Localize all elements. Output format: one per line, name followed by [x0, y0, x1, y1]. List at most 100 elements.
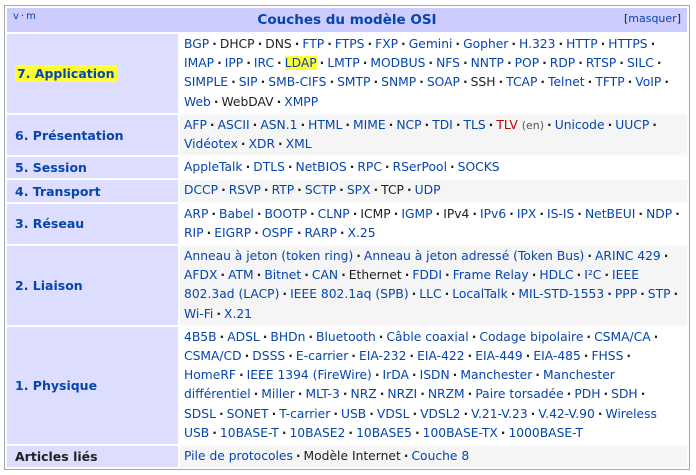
- protocol-link[interactable]: OSPF: [262, 226, 294, 240]
- protocol-link[interactable]: UUCP: [615, 118, 649, 132]
- protocol-link[interactable]: DTLS: [253, 160, 285, 174]
- protocol-link[interactable]: XML: [286, 137, 312, 151]
- protocol-link[interactable]: Web: [184, 95, 211, 109]
- protocol-link[interactable]: XMPP: [284, 95, 318, 109]
- protocol-link[interactable]: V.21-V.23: [471, 407, 527, 421]
- protocol-link[interactable]: DCCP: [184, 183, 218, 197]
- protocol-link[interactable]: FTPS: [335, 37, 365, 51]
- protocol-link[interactable]: IPX: [517, 207, 536, 221]
- protocol-link[interactable]: SCTP: [305, 183, 336, 197]
- protocol-link[interactable]: FXP: [375, 37, 398, 51]
- protocol-link[interactable]: Babel: [219, 207, 254, 221]
- protocol-link[interactable]: IMAP: [184, 56, 214, 70]
- protocol-link[interactable]: Bluetooth: [316, 330, 376, 344]
- protocol-link[interactable]: H.323: [519, 37, 555, 51]
- layer-group-label[interactable]: 3. Réseau: [15, 216, 84, 231]
- protocol-link[interactable]: DSSS: [252, 349, 285, 363]
- protocol-link[interactable]: IPP: [225, 56, 243, 70]
- protocol-link[interactable]: V.42-V.90: [538, 407, 594, 421]
- protocol-link[interactable]: NRZ: [351, 387, 377, 401]
- protocol-link[interactable]: ATM: [228, 268, 254, 282]
- protocol-link[interactable]: IPv6: [480, 207, 506, 221]
- protocol-link[interactable]: IGMP: [401, 207, 432, 221]
- protocol-link[interactable]: SPX: [347, 183, 371, 197]
- protocol-link[interactable]: SOAP: [427, 75, 460, 89]
- protocol-link[interactable]: IEEE 1394 (FireWire): [247, 368, 372, 382]
- protocol-link[interactable]: UDP: [415, 183, 441, 197]
- protocol-link[interactable]: SNMP: [381, 75, 416, 89]
- protocol-link[interactable]: VoIP: [635, 75, 661, 89]
- protocol-link[interactable]: HDLC: [539, 268, 573, 282]
- english-wiki-link[interactable]: (en): [522, 119, 544, 132]
- navbox-title[interactable]: Couches du modèle OSI: [257, 12, 436, 28]
- modify-template-link[interactable]: m: [26, 11, 36, 22]
- protocol-link[interactable]: VDSL: [377, 407, 410, 421]
- protocol-link[interactable]: PDH: [574, 387, 600, 401]
- protocol-link[interactable]: AppleTalk: [184, 160, 243, 174]
- protocol-link[interactable]: IrDA: [383, 368, 409, 382]
- protocol-link[interactable]: CSMA/CD: [184, 349, 242, 363]
- protocol-link[interactable]: X.21: [224, 307, 252, 321]
- protocol-link[interactable]: RSVP: [229, 183, 261, 197]
- protocol-link[interactable]: RIP: [184, 226, 204, 240]
- protocol-link[interactable]: NDP: [646, 207, 672, 221]
- protocol-link[interactable]: TFTP: [595, 75, 624, 89]
- protocol-link[interactable]: 10BASE5: [356, 426, 412, 440]
- protocol-link[interactable]: STP: [648, 287, 671, 301]
- protocol-link[interactable]: HTTPS: [608, 37, 647, 51]
- protocol-link[interactable]: POP: [515, 56, 540, 70]
- protocol-link[interactable]: Gopher: [463, 37, 508, 51]
- protocol-link[interactable]: ARINC 429: [595, 249, 661, 263]
- protocol-link[interactable]: EIA-485: [533, 349, 580, 363]
- layer-group-label[interactable]: 4. Transport: [15, 184, 101, 199]
- protocol-link[interactable]: SMB-CIFS: [268, 75, 326, 89]
- protocol-link[interactable]: Vidéotex: [184, 137, 238, 151]
- protocol-link[interactable]: SILC: [627, 56, 654, 70]
- protocol-link[interactable]: LLC: [419, 287, 441, 301]
- protocol-link[interactable]: Manchester: [460, 368, 532, 382]
- protocol-link[interactable]: RARP: [304, 226, 336, 240]
- protocol-link[interactable]: HomeRF: [184, 368, 236, 382]
- protocol-link[interactable]: E-carrier: [296, 349, 348, 363]
- protocol-link[interactable]: Codage bipolaire: [479, 330, 583, 344]
- layer-group-label[interactable]: 1. Physique: [15, 378, 97, 393]
- protocol-link[interactable]: NetBEUI: [585, 207, 635, 221]
- protocol-link[interactable]: EIA-422: [417, 349, 464, 363]
- protocol-link[interactable]: TLV: [496, 118, 517, 132]
- protocol-link[interactable]: Frame Relay: [453, 268, 529, 282]
- protocol-link[interactable]: Câble coaxial: [386, 330, 468, 344]
- hide-toggle[interactable]: [masquer]: [624, 12, 681, 25]
- protocol-link[interactable]: EIA-449: [475, 349, 522, 363]
- protocol-link[interactable]: Telnet: [548, 75, 585, 89]
- protocol-link[interactable]: FDDI: [412, 268, 442, 282]
- protocol-link[interactable]: SIP: [239, 75, 258, 89]
- protocol-link[interactable]: 1000BASE-T: [508, 426, 583, 440]
- protocol-link[interactable]: IRC: [254, 56, 274, 70]
- protocol-link[interactable]: ASCII: [218, 118, 250, 132]
- protocol-link[interactable]: EIA-232: [359, 349, 406, 363]
- hide-link[interactable]: masquer: [628, 12, 676, 25]
- protocol-link[interactable]: MIME: [353, 118, 386, 132]
- protocol-link[interactable]: SDSL: [184, 407, 216, 421]
- protocol-link[interactable]: ISDN: [420, 368, 450, 382]
- protocol-link[interactable]: SDH: [611, 387, 638, 401]
- protocol-link[interactable]: EIGRP: [214, 226, 251, 240]
- protocol-link[interactable]: RTP: [272, 183, 295, 197]
- protocol-link[interactable]: Anneau à jeton (token ring): [184, 249, 353, 263]
- protocol-link[interactable]: CAN: [312, 268, 338, 282]
- protocol-link[interactable]: 10BASE-T: [220, 426, 279, 440]
- protocol-link[interactable]: NCP: [396, 118, 421, 132]
- protocol-link[interactable]: AFDX: [184, 268, 217, 282]
- view-template-link[interactable]: v: [13, 11, 19, 22]
- protocol-link[interactable]: I²C: [584, 268, 601, 282]
- protocol-link[interactable]: Anneau à jeton adressé (Token Bus): [364, 249, 584, 263]
- protocol-link[interactable]: AFP: [184, 118, 207, 132]
- protocol-link[interactable]: RDP: [550, 56, 575, 70]
- protocol-link[interactable]: SMTP: [337, 75, 370, 89]
- protocol-link[interactable]: NRZM: [428, 387, 465, 401]
- layer-group-label[interactable]: 5. Session: [15, 160, 87, 175]
- protocol-link[interactable]: BOOTP: [264, 207, 307, 221]
- protocol-link[interactable]: ADSL: [227, 330, 260, 344]
- protocol-link[interactable]: BGP: [184, 37, 209, 51]
- protocol-link[interactable]: SOCKS: [458, 160, 500, 174]
